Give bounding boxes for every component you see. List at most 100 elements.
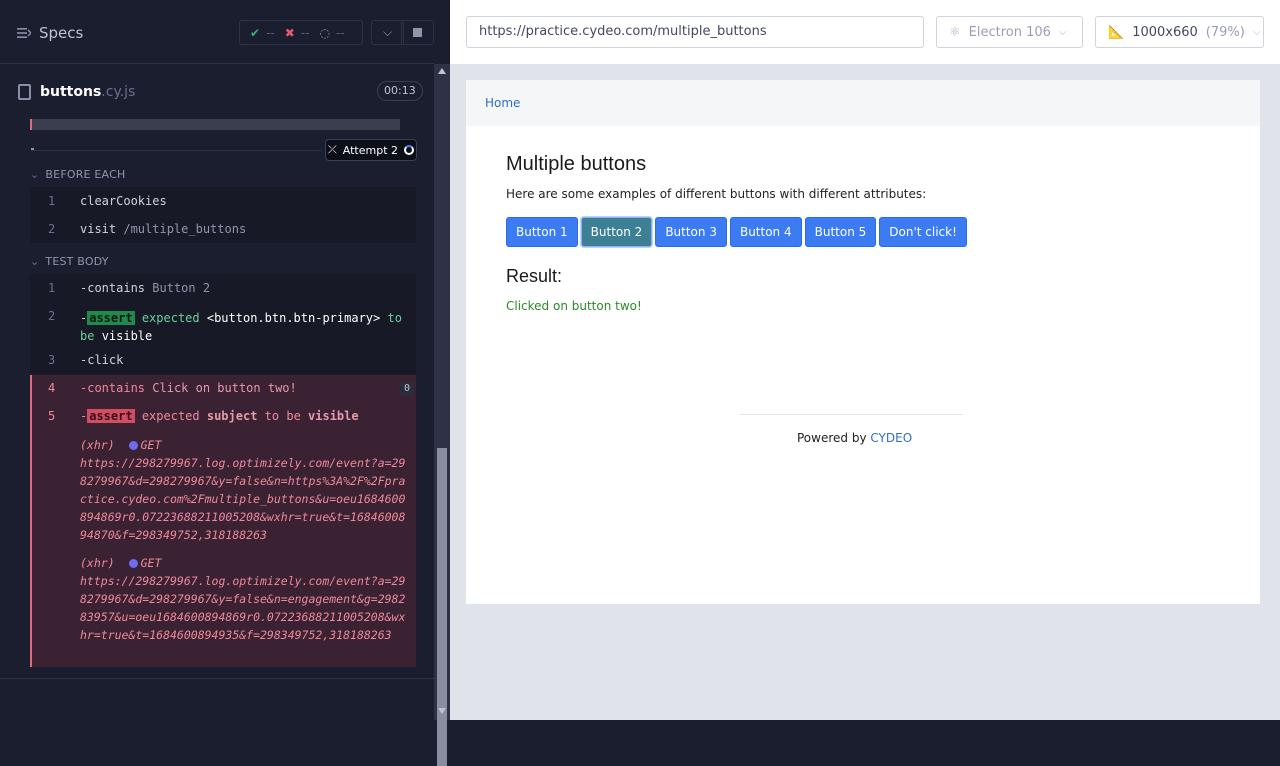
command-row[interactable]: 3 -click bbox=[30, 346, 416, 374]
scroll-marker bbox=[30, 119, 32, 130]
assert-text: to bbox=[387, 311, 402, 325]
xhr-tag: (xhr) bbox=[80, 556, 115, 570]
attempt-tag[interactable]: ⤫ Attempt 2 bbox=[325, 139, 417, 161]
assert-value: visible bbox=[101, 329, 153, 343]
divider bbox=[0, 678, 434, 679]
before-each-label: BEFORE EACH bbox=[45, 168, 126, 181]
command-arg: Button 2 bbox=[152, 281, 211, 295]
browser-selector[interactable]: ⚛ Electron 106 ⌵ bbox=[936, 16, 1083, 48]
chevron-down-icon: ⌵ bbox=[382, 25, 393, 39]
spec-file-bar: buttons.cy.js 00:13 bbox=[0, 65, 434, 119]
command-row[interactable]: 2 visit /multiple_buttons bbox=[30, 215, 416, 243]
command-name: -contains bbox=[80, 381, 146, 395]
assert-text: to be bbox=[264, 409, 301, 423]
command-name: clearCookies bbox=[80, 194, 167, 208]
stop-button[interactable] bbox=[401, 20, 434, 45]
command-row-failed[interactable]: 5 - assert expected subject to be visible bbox=[32, 403, 416, 431]
test-body-label: TEST BODY bbox=[45, 255, 109, 268]
collapse-icon: ⤫ bbox=[327, 143, 337, 156]
button-5[interactable]: Button 5 bbox=[804, 217, 877, 247]
aut-panel: https://practice.cydeo.com/multiple_butt… bbox=[450, 0, 1280, 720]
runner-header: Specs ✔ -- ✖ -- ◌ -- ⌵ bbox=[0, 0, 434, 64]
xhr-log-entry[interactable]: (xhr) GET https://298279967.log.optimizel… bbox=[80, 436, 412, 544]
check-icon: ✔ bbox=[250, 25, 261, 40]
assert-value: visible bbox=[308, 409, 359, 423]
pending-dot-icon bbox=[128, 559, 138, 568]
page-title: Multiple buttons bbox=[506, 153, 647, 175]
spec-file-name[interactable]: buttons.cy.js bbox=[40, 84, 135, 100]
assert-badge: assert bbox=[87, 311, 135, 325]
assert-badge: assert bbox=[87, 409, 135, 423]
viewport-size: 1000x660 bbox=[1132, 24, 1198, 40]
result-text: Clicked on button two! bbox=[506, 299, 642, 313]
xhr-method: GET bbox=[140, 556, 162, 570]
assert-subject: subject bbox=[206, 409, 258, 423]
assert-text: expected bbox=[141, 409, 200, 423]
passed-count: -- bbox=[266, 25, 275, 40]
file-ext-text: .cy.js bbox=[101, 84, 136, 100]
chevron-down-icon: ⌄ bbox=[30, 255, 40, 268]
zoom-level: (79%) bbox=[1205, 24, 1245, 40]
app-frame: Home Multiple buttons Here are some exam… bbox=[466, 80, 1260, 604]
command-number: 1 bbox=[48, 281, 56, 295]
cydeo-link[interactable]: CYDEO bbox=[870, 431, 912, 445]
before-each-header[interactable]: ⌄ BEFORE EACH bbox=[30, 168, 125, 181]
assert-text: expected bbox=[141, 311, 200, 325]
xhr-log-entry[interactable]: (xhr) GET https://298279967.log.optimizel… bbox=[80, 554, 412, 644]
scroll-down-arrow-icon[interactable] bbox=[438, 708, 446, 714]
stop-icon bbox=[413, 28, 422, 37]
command-row-failed[interactable]: 4 -contains Click on button two! 0 bbox=[32, 375, 416, 403]
command-number: 4 bbox=[48, 381, 56, 395]
xhr-method: GET bbox=[140, 438, 162, 452]
command-log-panel: Specs ✔ -- ✖ -- ◌ -- ⌵ buttons.cy.js 00:13 … bbox=[0, 0, 450, 766]
element-count-badge: 0 bbox=[400, 382, 414, 396]
expand-button[interactable]: ⌵ bbox=[371, 20, 404, 45]
pending-stat: ◌ -- bbox=[319, 26, 344, 40]
passed-stat: ✔ -- bbox=[250, 26, 275, 40]
home-link[interactable]: Home bbox=[485, 96, 520, 110]
command-row[interactable]: 1 -contains Button 2 bbox=[30, 274, 416, 302]
failed-commands: 4 -contains Click on button two! 0 5 - as… bbox=[30, 375, 416, 667]
file-name-text: buttons bbox=[40, 84, 102, 100]
xhr-url: https://298279967.log.optimizely.com/eve… bbox=[80, 456, 406, 542]
scroll-up-arrow-icon[interactable] bbox=[438, 68, 446, 74]
button-3[interactable]: Button 3 bbox=[655, 217, 727, 247]
pending-dot-icon bbox=[128, 441, 138, 450]
command-name: -click bbox=[80, 353, 124, 367]
url-bar[interactable]: https://practice.cydeo.com/multiple_butt… bbox=[466, 16, 924, 48]
command-number: 2 bbox=[48, 222, 56, 236]
ruler-icon: 📐 bbox=[1108, 24, 1125, 40]
command-row[interactable]: 1 clearCookies bbox=[30, 187, 416, 215]
failed-count: -- bbox=[300, 25, 310, 40]
specs-toggle[interactable]: Specs bbox=[17, 24, 83, 42]
aut-header: https://practice.cydeo.com/multiple_butt… bbox=[450, 0, 1280, 64]
viewport-info[interactable]: 📐 1000x660 (79%) ⌵ bbox=[1095, 16, 1264, 48]
x-icon: ✖ bbox=[284, 25, 295, 40]
duration-badge: 00:13 bbox=[377, 81, 423, 101]
dont-click-button[interactable]: Don't click! bbox=[879, 217, 967, 247]
stats-bar: ✔ -- ✖ -- ◌ -- bbox=[239, 20, 363, 45]
footer-divider bbox=[740, 414, 963, 415]
horizontal-scrollbar[interactable] bbox=[30, 119, 416, 130]
command-number: 5 bbox=[48, 409, 56, 423]
command-name: visit bbox=[80, 222, 117, 236]
vertical-scrollbar[interactable] bbox=[434, 64, 450, 766]
chevron-down-icon: ⌵ bbox=[1058, 26, 1067, 38]
command-arg: Click on button two! bbox=[152, 381, 297, 395]
command-number: 1 bbox=[48, 194, 56, 208]
scroll-thumb[interactable] bbox=[437, 448, 447, 766]
assert-text: be bbox=[80, 329, 95, 343]
button-1[interactable]: Button 1 bbox=[506, 217, 578, 247]
button-2[interactable]: Button 2 bbox=[580, 217, 653, 247]
electron-icon: ⚛ bbox=[949, 24, 961, 40]
browser-label: Electron 106 bbox=[968, 24, 1051, 40]
xhr-tag: (xhr) bbox=[80, 438, 115, 452]
file-icon bbox=[18, 84, 31, 100]
footer: Powered by CYDEO bbox=[797, 431, 912, 445]
button-4[interactable]: Button 4 bbox=[729, 217, 802, 247]
result-heading: Result: bbox=[506, 266, 563, 286]
pending-icon: ◌ bbox=[319, 25, 330, 40]
command-row[interactable]: 2 - assert expected <button.btn.btn-prima… bbox=[30, 302, 416, 346]
test-body-header[interactable]: ⌄ TEST BODY bbox=[30, 255, 109, 268]
command-name: -contains bbox=[80, 281, 146, 295]
